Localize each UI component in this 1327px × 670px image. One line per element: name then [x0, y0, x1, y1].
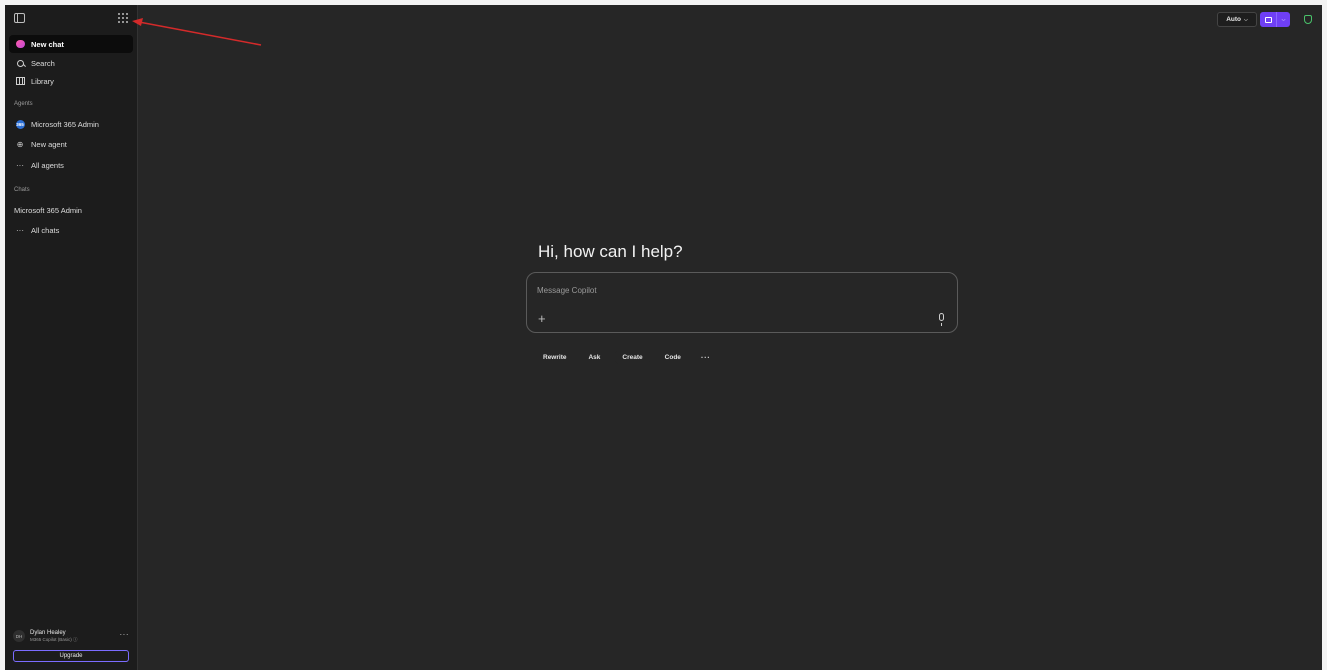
- user-plan-text: M365 Copilot (Basic): [30, 636, 72, 642]
- new-agent-icon: ⊕: [16, 139, 24, 149]
- chip-ask[interactable]: Ask: [580, 349, 609, 365]
- annotation-arrow: [132, 18, 262, 46]
- greeting-heading: Hi, how can I help?: [538, 242, 683, 261]
- more-horizontal-icon: ···: [16, 225, 24, 235]
- message-composer: +: [526, 272, 958, 333]
- library-label: Library: [31, 76, 54, 86]
- chip-rewrite[interactable]: Rewrite: [535, 349, 575, 365]
- agent-label: All agents: [31, 160, 64, 170]
- model-selector-label: Auto: [1226, 16, 1241, 23]
- avatar: DH: [13, 630, 25, 642]
- agents-section-label: Agents: [14, 101, 33, 107]
- new-chat-button[interactable]: New chat: [9, 35, 133, 53]
- chevron-down-icon[interactable]: ⌵: [1277, 17, 1290, 23]
- m365-admin-agent-icon: 365: [15, 119, 25, 129]
- microphone-icon[interactable]: [939, 313, 944, 326]
- agent-label: Microsoft 365 Admin: [31, 119, 99, 129]
- model-selector-dropdown[interactable]: Auto ⌵: [1217, 12, 1257, 27]
- chip-code[interactable]: Code: [656, 349, 689, 365]
- sidebar-item-chat-microsoft-365-admin[interactable]: Microsoft 365 Admin: [9, 201, 133, 219]
- sidebar-item-all-chats[interactable]: ··· All chats: [9, 221, 133, 239]
- app-window: New chat Search Library Agents 365 Micro…: [5, 5, 1322, 670]
- app-launcher-icon[interactable]: [118, 13, 129, 24]
- upgrade-button[interactable]: Upgrade: [13, 650, 129, 662]
- user-profile[interactable]: DH Dylan Healey M365 Copilot (Basic) ⓘ ·…: [9, 625, 133, 647]
- chat-label: All chats: [31, 225, 60, 235]
- agent-label: New agent: [31, 139, 67, 149]
- new-conversation-button[interactable]: ⌵: [1260, 12, 1290, 27]
- compose-icon: [1260, 12, 1277, 27]
- user-plan: M365 Copilot (Basic) ⓘ: [30, 637, 78, 643]
- sidebar-item-microsoft-365-admin-agent[interactable]: 365 Microsoft 365 Admin: [9, 115, 133, 133]
- sidebar-top-bar: [5, 5, 138, 31]
- sidebar: New chat Search Library Agents 365 Micro…: [5, 5, 138, 670]
- plus-icon[interactable]: +: [538, 312, 546, 325]
- shield-icon[interactable]: [1304, 15, 1312, 24]
- sidebar-item-new-agent[interactable]: ⊕ New agent: [9, 135, 133, 153]
- sidebar-item-all-agents[interactable]: ··· All agents: [9, 156, 133, 174]
- info-icon: ⓘ: [73, 636, 78, 642]
- more-horizontal-icon[interactable]: ···: [694, 349, 717, 365]
- chat-label: Microsoft 365 Admin: [14, 205, 82, 215]
- search-icon: [15, 58, 25, 68]
- user-more-options-icon[interactable]: ···: [120, 630, 130, 639]
- sidebar-toggle-icon[interactable]: [14, 13, 25, 23]
- user-name: Dylan Healey: [30, 629, 66, 636]
- search-button[interactable]: Search: [9, 54, 133, 72]
- chip-create[interactable]: Create: [614, 349, 651, 365]
- copilot-icon: [15, 39, 25, 49]
- message-input[interactable]: [537, 283, 917, 297]
- chats-section-label: Chats: [14, 187, 30, 193]
- library-button[interactable]: Library: [9, 72, 133, 90]
- library-icon: [15, 76, 25, 86]
- search-label: Search: [31, 58, 55, 68]
- more-horizontal-icon: ···: [16, 160, 24, 170]
- user-info: Dylan Healey M365 Copilot (Basic) ⓘ: [30, 630, 78, 643]
- chevron-down-icon: ⌵: [1244, 16, 1248, 23]
- prompt-chips: Rewrite Ask Create Code ···: [535, 349, 717, 365]
- new-chat-label: New chat: [31, 39, 64, 49]
